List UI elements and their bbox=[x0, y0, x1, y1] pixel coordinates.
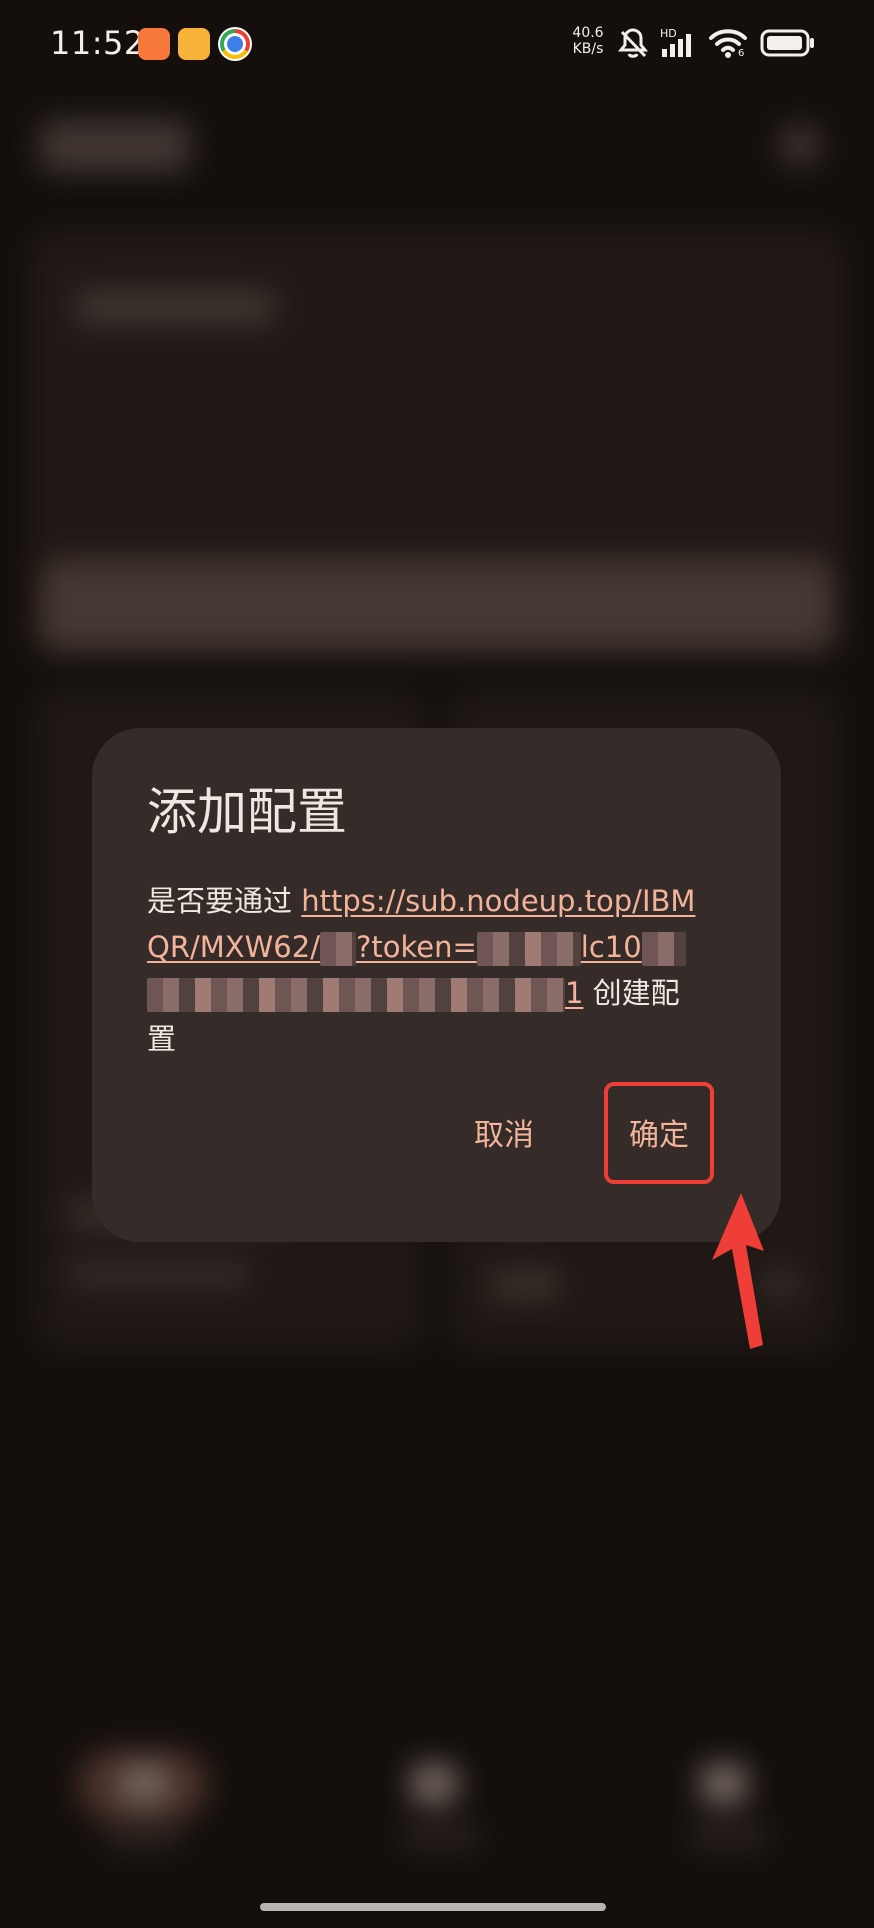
status-time: 11:52 bbox=[50, 24, 145, 62]
network-speed: 40.6 KB/s bbox=[568, 25, 608, 57]
dialog-title: 添加配置 bbox=[147, 783, 347, 841]
network-speed-value: 40.6 bbox=[572, 25, 604, 41]
dialog-message: 是否要通过 https://sub.nodeup.top/IBMQR/MXW62… bbox=[147, 878, 707, 1062]
redacted-token-segment bbox=[476, 932, 581, 966]
background-strip bbox=[40, 560, 834, 650]
background-right-line-a bbox=[490, 1270, 560, 1300]
link-part-1: https://sub.nodeup.top/ bbox=[301, 884, 642, 918]
link-part-4: lc10 bbox=[580, 930, 642, 964]
redacted-token-tail bbox=[641, 932, 686, 966]
background-right-line-b bbox=[760, 1270, 800, 1300]
nav-home-label bbox=[104, 1825, 182, 1847]
cancel-button[interactable]: 取消 bbox=[440, 1082, 568, 1182]
message-prefix: 是否要通过 bbox=[147, 884, 302, 918]
yellow-app-icon bbox=[178, 28, 210, 60]
link-part-5: 1 bbox=[565, 976, 584, 1010]
add-config-dialog: 添加配置 是否要通过 https://sub.nodeup.top/IBMQR/… bbox=[92, 728, 781, 1242]
battery-icon bbox=[760, 29, 814, 57]
network-speed-unit: KB/s bbox=[572, 41, 604, 57]
annotation-arrow bbox=[712, 1193, 764, 1349]
background-bottom-nav bbox=[0, 1715, 874, 1905]
link-part-3: ?token= bbox=[355, 930, 477, 964]
background-edit-icon bbox=[780, 125, 820, 165]
nav-middle-icon bbox=[410, 1763, 458, 1805]
mute-icon bbox=[617, 28, 649, 58]
background-left-line-b bbox=[70, 1260, 250, 1288]
status-bar: 11:52 40.6 KB/s HD 6 bbox=[0, 0, 874, 90]
orange-app-icon bbox=[138, 28, 170, 60]
dialog-actions: 取消 确定 bbox=[92, 1082, 781, 1184]
redacted-link-segment bbox=[319, 932, 356, 966]
home-indicator bbox=[260, 1903, 606, 1911]
background-card-line bbox=[75, 290, 275, 324]
wifi-subscript: 6 bbox=[738, 48, 745, 59]
nav-middle-label bbox=[402, 1825, 480, 1847]
redacted-token-line bbox=[147, 978, 565, 1012]
background-title bbox=[40, 120, 190, 172]
signal-icon bbox=[662, 34, 691, 57]
nav-home-icon bbox=[120, 1763, 168, 1805]
nav-right-label bbox=[690, 1825, 768, 1847]
chrome-icon bbox=[218, 27, 252, 61]
nav-right-icon bbox=[700, 1763, 748, 1805]
confirm-button[interactable]: 确定 bbox=[604, 1082, 714, 1182]
